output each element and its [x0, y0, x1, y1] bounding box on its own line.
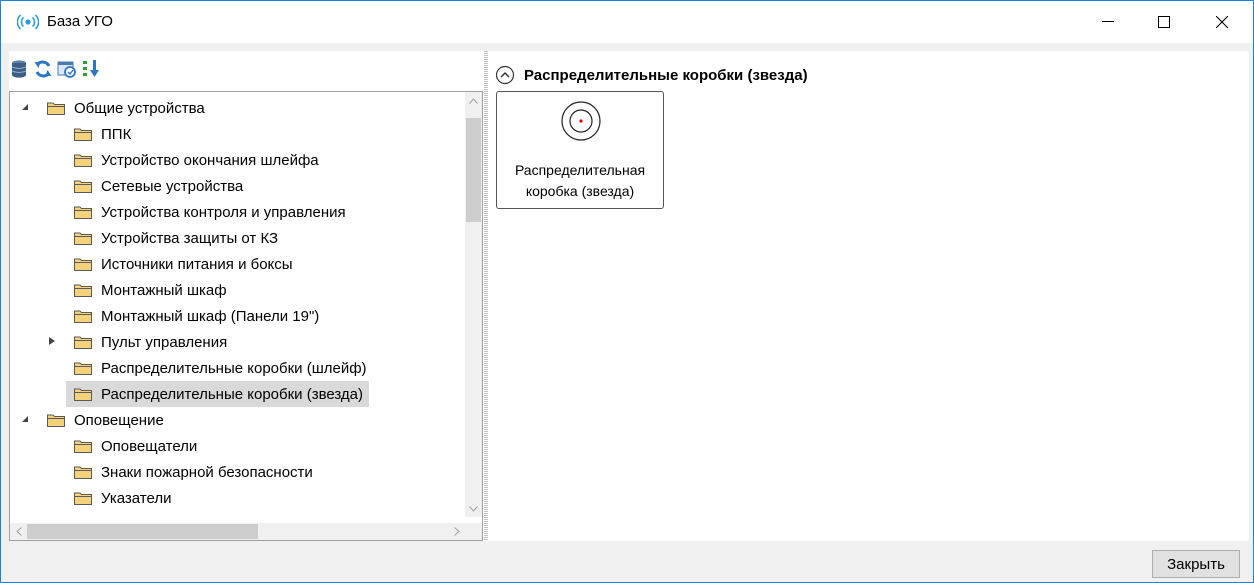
- close-button[interactable]: Закрыть: [1152, 550, 1240, 578]
- tree-item[interactable]: Источники питания и боксы: [74, 251, 293, 277]
- folder-icon: [74, 310, 92, 323]
- main-window: База УГО Общие устройства ППК Устройство…: [0, 0, 1254, 583]
- tree-item[interactable]: ППК: [74, 121, 131, 147]
- folder-icon: [74, 180, 92, 193]
- title-bar: База УГО: [1, 1, 1253, 43]
- tree-item-label: Устройства защиты от КЗ: [101, 229, 279, 247]
- scroll-up-arrow[interactable]: [465, 92, 482, 109]
- folder-icon: [74, 206, 92, 219]
- tree-item[interactable]: Указатели: [74, 485, 172, 511]
- tree-item[interactable]: Устройства контроля и управления: [74, 199, 346, 225]
- horizontal-scrollbar[interactable]: [10, 523, 482, 540]
- tree-item-label: Источники питания и боксы: [101, 255, 293, 273]
- minimize-icon: [1102, 21, 1114, 22]
- horizontal-scroll-thumb[interactable]: [27, 524, 258, 539]
- chevron-down-icon: [469, 505, 478, 512]
- close-icon: [1216, 16, 1228, 28]
- tree-item-label: Распределительные коробки (звезда): [101, 385, 364, 403]
- sync-icon[interactable]: [57, 59, 77, 79]
- tree-item-label: Устройства контроля и управления: [101, 203, 346, 221]
- tree-item[interactable]: Монтажный шкаф (Панели 19"): [74, 303, 319, 329]
- folder-icon: [74, 466, 92, 479]
- refresh-icon[interactable]: [33, 59, 53, 79]
- tree-item-label: Монтажный шкаф (Панели 19"): [101, 307, 320, 325]
- folder-icon: [74, 440, 92, 453]
- tree-item[interactable]: Распределительные коробки (шлейф): [74, 355, 367, 381]
- junction-box-star-icon: [561, 101, 601, 141]
- tree-item-general-devices[interactable]: Общие устройства: [47, 95, 205, 121]
- folder-icon: [74, 492, 92, 505]
- tree-item-label: Указатели: [101, 489, 172, 507]
- left-pane: Общие устройства ППК Устройство окончани…: [9, 51, 483, 541]
- minimize-button[interactable]: [1079, 1, 1137, 43]
- category-tree[interactable]: Общие устройства ППК Устройство окончани…: [9, 91, 483, 541]
- symbol-label: Распределительная коробка (звезда): [497, 160, 663, 202]
- tree-item[interactable]: Оповещатели: [74, 433, 197, 459]
- tree-item-label: Общие устройства: [74, 99, 205, 117]
- tree-item-label: Оповещатели: [101, 437, 198, 455]
- folder-icon: [74, 128, 92, 141]
- maximize-button[interactable]: [1135, 1, 1193, 43]
- folder-icon: [74, 258, 92, 271]
- toolbar: [9, 51, 483, 91]
- expanded-arrow-icon[interactable]: [20, 414, 30, 424]
- scroll-left-arrow[interactable]: [10, 523, 27, 540]
- vertical-scroll-thumb[interactable]: [466, 118, 481, 222]
- tree-item-selected[interactable]: Распределительные коробки (звезда): [66, 381, 370, 407]
- symbol-label-line1: Распределительная: [514, 162, 646, 178]
- tree-item[interactable]: Сетевые устройства: [74, 173, 243, 199]
- tree-item-label: Устройство окончания шлейфа: [101, 151, 319, 169]
- chevron-right-icon: [453, 527, 460, 536]
- sort-icon[interactable]: [81, 59, 101, 79]
- vertical-scrollbar[interactable]: [465, 92, 482, 517]
- tree-item-control-panel[interactable]: Пульт управления: [74, 329, 227, 355]
- collapsed-arrow-icon[interactable]: [47, 336, 57, 346]
- database-icon[interactable]: [9, 59, 29, 79]
- tree-item-label: Знаки пожарной безопасности: [101, 463, 313, 481]
- scroll-down-arrow[interactable]: [465, 500, 482, 517]
- tree-item-label: Пульт управления: [101, 333, 228, 351]
- folder-icon: [74, 388, 92, 401]
- close-window-button[interactable]: [1193, 1, 1251, 43]
- scroll-right-arrow[interactable]: [448, 523, 465, 540]
- radio-signal-icon: [17, 14, 39, 30]
- group-title: Распределительные коробки (звезда): [524, 66, 808, 84]
- tree-item-label: Оповещение: [74, 411, 164, 429]
- collapse-icon[interactable]: [495, 65, 515, 85]
- tree-item-notification[interactable]: Оповещение: [47, 407, 164, 433]
- folder-icon: [74, 232, 92, 245]
- group-header[interactable]: Распределительные коробки (звезда): [495, 65, 808, 85]
- window-title: База УГО: [47, 13, 113, 30]
- folder-icon: [47, 102, 65, 115]
- tree-item-label: Сетевые устройства: [101, 177, 244, 195]
- folder-icon: [47, 414, 65, 427]
- chevron-up-icon: [469, 97, 478, 104]
- expanded-arrow-icon[interactable]: [20, 102, 30, 112]
- tree-item[interactable]: Монтажный шкаф: [74, 277, 227, 303]
- chevron-left-icon: [15, 527, 22, 536]
- tree-item[interactable]: Знаки пожарной безопасности: [74, 459, 313, 485]
- folder-icon: [74, 154, 92, 167]
- folder-icon: [74, 336, 92, 349]
- folder-icon: [74, 362, 92, 375]
- tree-item-label: Монтажный шкаф: [101, 281, 227, 299]
- tree-item[interactable]: Устройства защиты от КЗ: [74, 225, 278, 251]
- symbol-label-line2: коробка (звезда): [525, 183, 635, 199]
- tree-item-label: ППК: [101, 125, 132, 143]
- maximize-icon: [1158, 16, 1170, 28]
- folder-icon: [74, 284, 92, 297]
- symbols-pane: Распределительные коробки (звезда) Распр…: [489, 51, 1249, 541]
- tree-item-label: Распределительные коробки (шлейф): [101, 359, 367, 377]
- symbol-tile[interactable]: Распределительная коробка (звезда): [496, 91, 664, 209]
- tree-item[interactable]: Устройство окончания шлейфа: [74, 147, 319, 173]
